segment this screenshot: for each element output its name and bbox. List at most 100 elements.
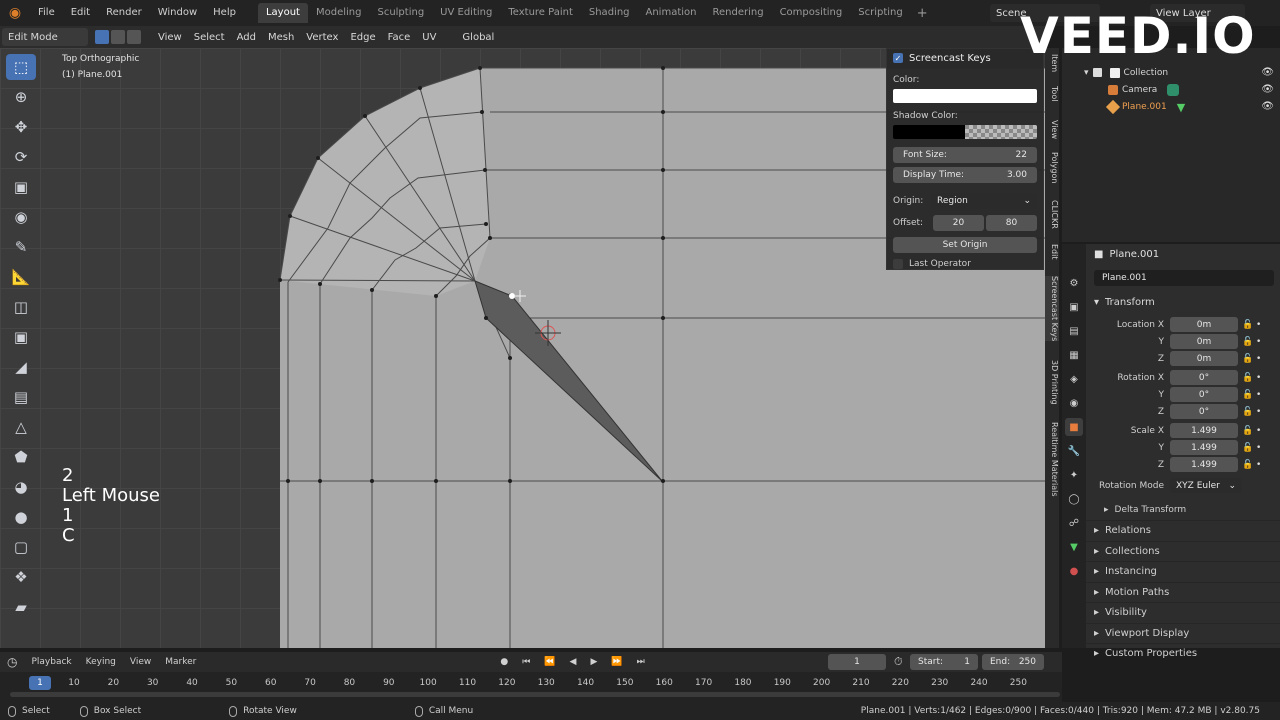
tool-props-icon[interactable]: ⚙ <box>1065 274 1083 292</box>
menu-render[interactable]: Render <box>98 0 150 26</box>
outliner-row-camera[interactable]: Camera 👁 <box>1062 81 1280 98</box>
side-tab-3d-printing[interactable]: 3D Printing <box>1045 360 1059 405</box>
rotate-tool-icon[interactable]: ⟳ <box>6 144 36 170</box>
lock-icon[interactable]: 🔓 <box>1242 407 1256 417</box>
view-layer-props-icon[interactable]: ▦ <box>1065 346 1083 364</box>
lock-icon[interactable]: 🔓 <box>1242 320 1256 330</box>
end-frame-field[interactable]: End: 250 <box>982 654 1044 670</box>
workspace-tab-modeling[interactable]: Modeling <box>308 3 370 23</box>
origin-dropdown[interactable]: Region ⌄ <box>931 193 1037 209</box>
workspace-tab-scripting[interactable]: Scripting <box>850 3 910 23</box>
current-frame-field[interactable]: 1 <box>828 654 886 670</box>
constraints-props-icon[interactable]: ☍ <box>1065 514 1083 532</box>
menu-edge[interactable]: Edge <box>344 28 381 46</box>
workspace-tab-layout[interactable]: Layout <box>257 3 308 23</box>
jump-start-button[interactable]: ⏮ <box>515 657 537 667</box>
smooth-tool-icon[interactable]: ● <box>6 504 36 530</box>
select-box-tool-icon[interactable]: ⬚ <box>6 54 36 80</box>
workspace-tab-uv-editing[interactable]: UV Editing <box>432 3 500 23</box>
scale-y-field[interactable]: 1.499 <box>1170 440 1238 455</box>
edge-slide-tool-icon[interactable]: ▢ <box>6 534 36 560</box>
menu-view[interactable]: View <box>152 28 188 46</box>
lock-icon[interactable]: 🔓 <box>1242 354 1256 364</box>
keyframe-dot-icon[interactable]: • <box>1256 337 1261 347</box>
workspace-tab-shading[interactable]: Shading <box>581 3 638 23</box>
face-select-icon[interactable] <box>127 30 141 44</box>
scale-x-field[interactable]: 1.499 <box>1170 423 1238 438</box>
workspace-tab-rendering[interactable]: Rendering <box>704 3 771 23</box>
side-tab-edit[interactable]: Edit <box>1045 244 1059 260</box>
measure-tool-icon[interactable]: 📐 <box>6 264 36 290</box>
side-tab-screencast-keys[interactable]: Screencast Keys <box>1045 276 1059 342</box>
menu-keying[interactable]: Keying <box>79 657 123 667</box>
workspace-tab-texture-paint[interactable]: Texture Paint <box>500 3 581 23</box>
offset-y-field[interactable]: 80 <box>986 215 1037 231</box>
location-z-field[interactable]: 0m <box>1170 351 1238 366</box>
cursor-tool-icon[interactable]: ⊕ <box>6 84 36 110</box>
render-props-icon[interactable]: ▣ <box>1065 298 1083 316</box>
blender-logo-icon[interactable]: ◉ <box>4 2 26 24</box>
lock-icon[interactable]: 🔓 <box>1242 337 1256 347</box>
start-frame-field[interactable]: Start: 1 <box>910 654 978 670</box>
loop-cut-tool-icon[interactable]: ▤ <box>6 384 36 410</box>
side-tab-realtime-materials[interactable]: Realtime Materials <box>1045 422 1059 497</box>
data-props-icon[interactable]: ▼ <box>1065 538 1083 556</box>
move-tool-icon[interactable]: ✥ <box>6 114 36 140</box>
record-button[interactable]: ● <box>493 657 515 667</box>
prev-keyframe-button[interactable]: ⏪ <box>537 657 562 667</box>
menu-timeline-view[interactable]: View <box>123 657 158 667</box>
material-props-icon[interactable]: ● <box>1065 562 1083 580</box>
checkbox-icon[interactable] <box>1092 68 1102 77</box>
shear-tool-icon[interactable]: ▰ <box>6 594 36 620</box>
menu-vertex[interactable]: Vertex <box>300 28 344 46</box>
transform-section[interactable]: ▾ Transform <box>1086 292 1280 312</box>
keyframe-dot-icon[interactable]: • <box>1256 407 1261 417</box>
display-time-field[interactable]: Display Time: 3.00 <box>893 167 1037 183</box>
delta-transform-section[interactable]: ▸ Delta Transform <box>1086 500 1280 520</box>
keyframe-dot-icon[interactable]: • <box>1256 320 1261 330</box>
offset-x-field[interactable]: 20 <box>933 215 984 231</box>
location-x-field[interactable]: 0m <box>1170 317 1238 332</box>
world-props-icon[interactable]: ◉ <box>1065 394 1083 412</box>
outliner-row-plane[interactable]: Plane.001 ▼ 👁 <box>1062 98 1280 115</box>
panel-instancing[interactable]: ▸ Instancing <box>1086 561 1280 582</box>
rotation-mode-dropdown[interactable]: XYZ Euler ⌄ <box>1170 478 1242 493</box>
menu-add[interactable]: Add <box>231 28 262 46</box>
menu-file[interactable]: File <box>30 0 63 26</box>
modifier-props-icon[interactable]: 🔧 <box>1065 442 1083 460</box>
keyframe-dot-icon[interactable]: • <box>1256 373 1261 383</box>
panel-collections[interactable]: ▸ Collections <box>1086 540 1280 562</box>
menu-uv[interactable]: UV <box>416 28 442 46</box>
menu-playback[interactable]: Playback <box>24 657 78 667</box>
color-swatch[interactable] <box>893 89 1037 103</box>
side-tab-clickr[interactable]: CLICKR <box>1045 200 1059 229</box>
rotation-z-field[interactable]: 0° <box>1170 404 1238 419</box>
workspace-tab-compositing[interactable]: Compositing <box>772 3 851 23</box>
keyframe-dot-icon[interactable]: • <box>1256 460 1261 470</box>
scale-z-field[interactable]: 1.499 <box>1170 457 1238 472</box>
knife-tool-icon[interactable]: △ <box>6 414 36 440</box>
play-reverse-button[interactable]: ◀ <box>563 657 584 667</box>
physics-props-icon[interactable]: ◯ <box>1065 490 1083 508</box>
last-operator-checkbox[interactable] <box>893 259 903 269</box>
eye-icon[interactable]: 👁 <box>1261 101 1274 112</box>
bevel-tool-icon[interactable]: ◢ <box>6 354 36 380</box>
particles-props-icon[interactable]: ✦ <box>1065 466 1083 484</box>
shrink-tool-icon[interactable]: ❖ <box>6 564 36 590</box>
menu-window[interactable]: Window <box>150 0 205 26</box>
rotation-x-field[interactable]: 0° <box>1170 370 1238 385</box>
lock-icon[interactable]: 🔓 <box>1242 373 1256 383</box>
menu-select[interactable]: Select <box>188 28 231 46</box>
timeline-editor-icon[interactable]: ◷ <box>0 655 24 669</box>
stopwatch-icon[interactable]: ⏱ <box>894 655 903 669</box>
edge-select-icon[interactable] <box>111 30 125 44</box>
set-origin-button[interactable]: Set Origin <box>893 237 1037 253</box>
workspace-tab-animation[interactable]: Animation <box>638 3 705 23</box>
side-tab-polygon[interactable]: Polygon <box>1045 152 1059 183</box>
keyframe-dot-icon[interactable]: • <box>1256 426 1261 436</box>
scale-tool-icon[interactable]: ▣ <box>6 174 36 200</box>
timeline-ruler[interactable]: 1 10 20 30 40 50 60 70 80 90 100 110 120 130 140 150 16… <box>0 672 1062 702</box>
font-size-field[interactable]: Font Size: 22 <box>893 147 1037 163</box>
mode-selector[interactable]: Edit Mode <box>2 28 88 46</box>
location-y-field[interactable]: 0m <box>1170 334 1238 349</box>
